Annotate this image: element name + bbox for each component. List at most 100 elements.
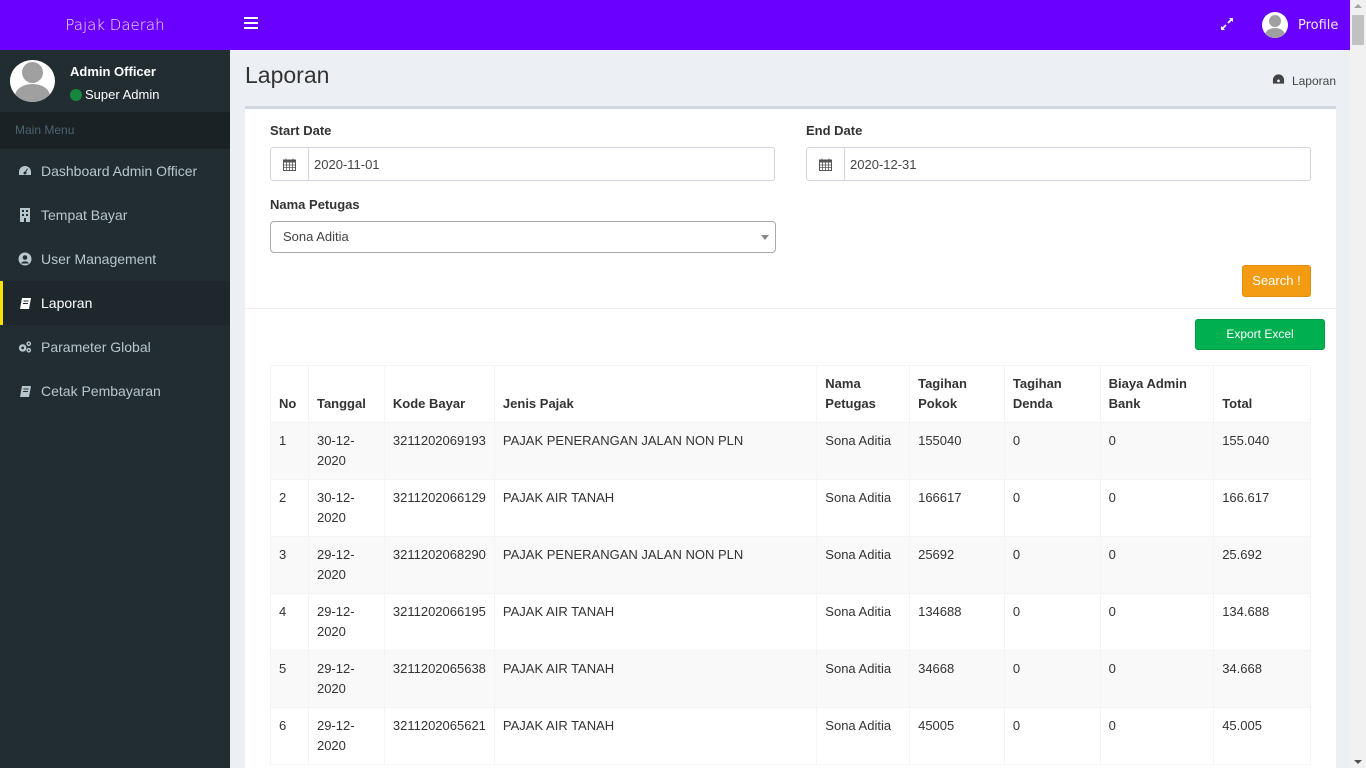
sidebar-item-parameter-global[interactable]: Parameter Global [0, 325, 230, 369]
content-header: Laporan Laporan [245, 62, 1336, 94]
sidebar-toggle-icon[interactable] [244, 17, 258, 31]
petugas-select[interactable]: Sona Aditia [270, 221, 776, 253]
table-row[interactable]: 6 29-12-2020 3211202065621 PAJAK AIR TANAH S… [270, 707, 1311, 765]
sidebar-item-dashboard[interactable]: Dashboard Admin Officer [0, 149, 230, 193]
user-name: Admin Officer [70, 64, 156, 79]
sidebar: Admin Officer Super Admin Main Menu Dash… [0, 50, 230, 768]
cell-jenis-pajak: PAJAK PENERANGAN JALAN NON PLN [493, 536, 818, 594]
gears-icon [18, 340, 32, 354]
calendar-icon [271, 148, 309, 180]
cell-jenis-pajak: PAJAK AIR TANAH [493, 479, 818, 537]
cell-tanggal: 29-12-2020 [307, 593, 385, 651]
cell-jenis-pajak: PAJAK PENERANGAN JALAN NON PLN [493, 422, 818, 480]
sidebar-item-user-management[interactable]: User Management [0, 237, 230, 281]
fullscreen-icon[interactable] [1219, 16, 1235, 32]
cell-kode-bayar: 3211202065638 [383, 650, 495, 708]
sidebar-item-label: Cetak Pembayaran [41, 383, 161, 399]
menu-header: Main Menu [0, 112, 230, 149]
cell-kode-bayar: 3211202069193 [383, 422, 495, 480]
column-header[interactable]: Tagihan Pokok [909, 365, 1005, 423]
end-date-label: End Date [806, 123, 863, 138]
cell-nama-petugas: Sona Aditia [816, 650, 911, 708]
online-status-icon [70, 88, 82, 101]
building-icon [18, 208, 32, 222]
cell-kode-bayar: 3211202068290 [383, 536, 495, 594]
cell-kode-bayar: 3211202066129 [383, 479, 495, 537]
brand-logo[interactable]: Pajak Daerah [0, 0, 230, 50]
cell-tagihan-pokok: 134688 [909, 593, 1005, 651]
start-date-input[interactable] [309, 148, 774, 180]
cell-biaya-admin: 0 [1099, 707, 1215, 765]
start-date-field[interactable] [270, 147, 775, 181]
export-excel-button[interactable]: Export Excel [1195, 319, 1325, 350]
sidebar-item-label: Parameter Global [41, 339, 151, 355]
cell-total: 25.692 [1213, 536, 1311, 594]
cell-no: 5 [270, 650, 309, 708]
sidebar-item-cetak-pembayaran[interactable]: Cetak Pembayaran [0, 369, 230, 413]
user-panel: Admin Officer Super Admin [0, 50, 230, 112]
cell-tanggal: 29-12-2020 [307, 650, 385, 708]
search-button[interactable]: Search ! [1242, 265, 1311, 297]
cell-biaya-admin: 0 [1099, 650, 1215, 708]
cell-tagihan-denda: 0 [1003, 593, 1101, 651]
column-header[interactable]: Tagihan Denda [1003, 365, 1101, 423]
cell-tagihan-pokok: 34668 [909, 650, 1005, 708]
page-scrollbar[interactable] [1350, 0, 1366, 768]
page-title: Laporan [245, 62, 330, 88]
column-header[interactable]: Biaya Admin Bank [1099, 365, 1215, 423]
chevron-down-icon [761, 235, 769, 240]
table-row[interactable]: 3 29-12-2020 3211202068290 PAJAK PENERANGAN… [270, 536, 1311, 594]
cell-tanggal: 29-12-2020 [307, 536, 385, 594]
sidebar-item-label: Dashboard Admin Officer [41, 163, 198, 179]
cell-biaya-admin: 0 [1099, 593, 1215, 651]
start-date-label: Start Date [270, 123, 332, 138]
cell-tagihan-pokok: 25692 [909, 536, 1005, 594]
table-row[interactable]: 5 29-12-2020 3211202065638 PAJAK AIR TANAH S… [270, 650, 1311, 708]
end-date-input[interactable] [845, 148, 1310, 180]
cell-tagihan-pokok: 166617 [909, 479, 1005, 537]
divider [245, 308, 1336, 309]
table-row[interactable]: 4 29-12-2020 3211202066195 PAJAK AIR TANAH S… [270, 593, 1311, 651]
cell-total: 155.040 [1213, 422, 1311, 480]
dashboard-icon [18, 164, 32, 178]
column-header[interactable]: Kode Bayar [383, 365, 495, 423]
breadcrumb-item[interactable]: Laporan [1292, 74, 1336, 88]
column-header[interactable]: Jenis Pajak [493, 365, 818, 423]
cell-kode-bayar: 3211202065621 [383, 707, 495, 765]
scroll-down-icon[interactable] [1354, 760, 1362, 764]
dashboard-icon [1272, 73, 1285, 88]
cell-tagihan-pokok: 155040 [909, 422, 1005, 480]
cell-jenis-pajak: PAJAK AIR TANAH [493, 593, 818, 651]
scroll-up-icon[interactable] [1354, 4, 1362, 8]
cell-tagihan-pokok: 45005 [909, 707, 1005, 765]
sidebar-item-label: User Management [41, 251, 157, 267]
cell-no: 3 [270, 536, 309, 594]
cell-tanggal: 29-12-2020 [307, 707, 385, 765]
table-row[interactable]: 1 30-12-2020 3211202069193 PAJAK PENERANGAN… [270, 422, 1311, 480]
user-role: Super Admin [70, 87, 159, 102]
cell-biaya-admin: 0 [1099, 479, 1215, 537]
cell-jenis-pajak: PAJAK AIR TANAH [493, 650, 818, 708]
avatar [1262, 12, 1288, 38]
cell-kode-bayar: 3211202066195 [383, 593, 495, 651]
column-header[interactable]: Total [1213, 365, 1311, 423]
cell-total: 45.005 [1213, 707, 1311, 765]
profile-menu[interactable]: Profile [1262, 12, 1338, 38]
report-table: No Tanggal Kode Bayar Jenis Pajak Nama P… [270, 365, 1311, 765]
petugas-label: Nama Petugas [270, 197, 360, 212]
column-header[interactable]: No [270, 365, 309, 423]
cell-nama-petugas: Sona Aditia [816, 422, 911, 480]
cell-tanggal: 30-12-2020 [307, 479, 385, 537]
cell-total: 34.668 [1213, 650, 1311, 708]
cell-tanggal: 30-12-2020 [307, 422, 385, 480]
end-date-field[interactable] [806, 147, 1311, 181]
scroll-thumb[interactable] [1352, 15, 1364, 45]
cell-biaya-admin: 0 [1099, 536, 1215, 594]
sidebar-item-tempat-bayar[interactable]: Tempat Bayar [0, 193, 230, 237]
cell-no: 2 [270, 479, 309, 537]
table-row[interactable]: 2 30-12-2020 3211202066129 PAJAK AIR TANAH S… [270, 479, 1311, 537]
column-header[interactable]: Nama Petugas [816, 365, 911, 423]
column-header[interactable]: Tanggal [307, 365, 385, 423]
sidebar-item-laporan[interactable]: Laporan [0, 281, 230, 325]
cell-tagihan-denda: 0 [1003, 707, 1101, 765]
